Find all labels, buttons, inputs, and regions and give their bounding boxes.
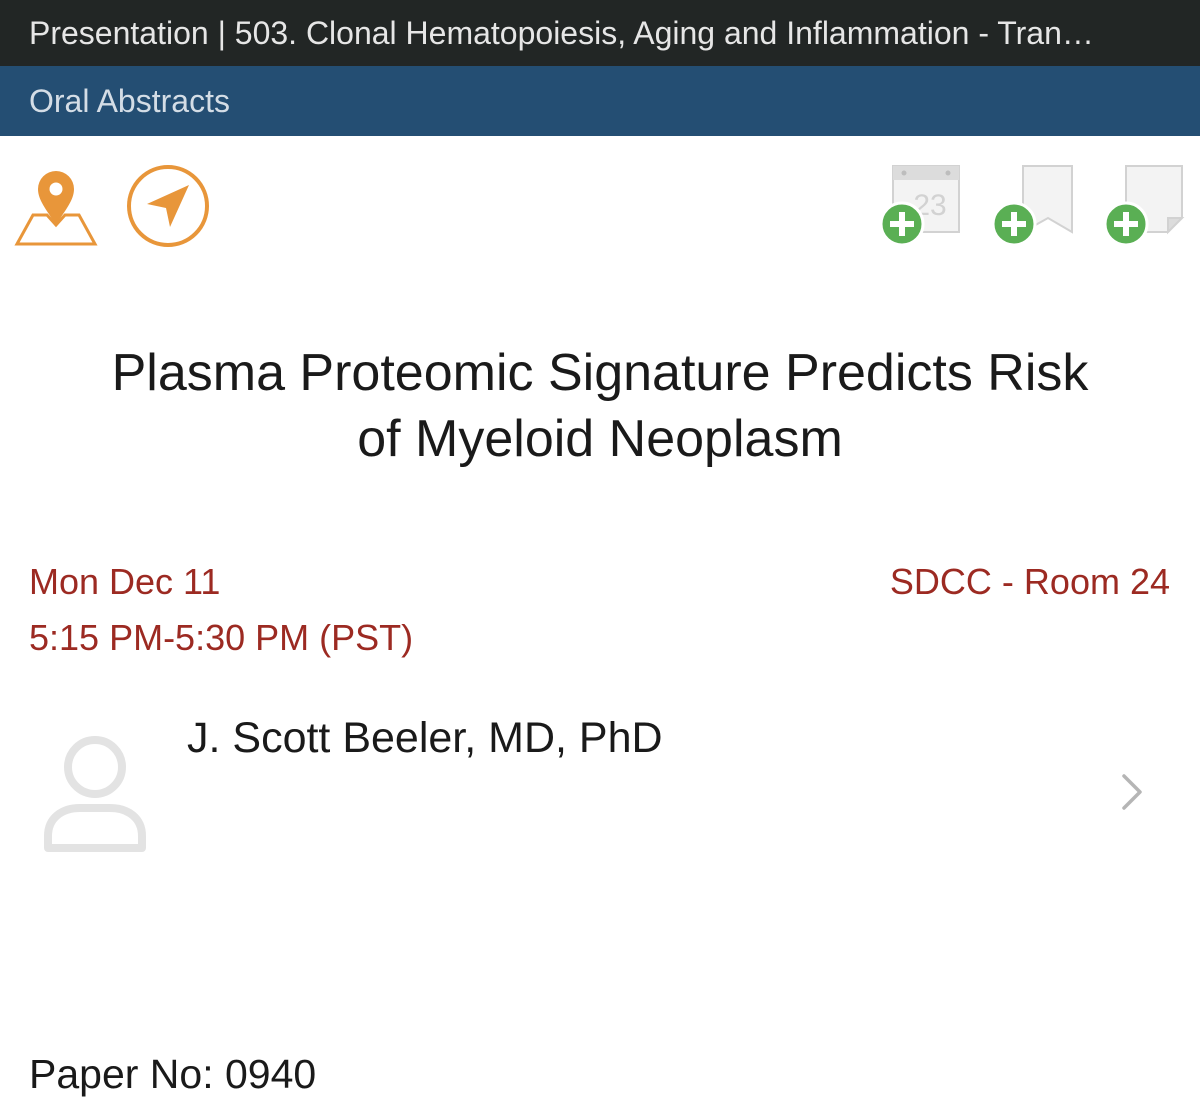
section-title: Oral Abstracts <box>29 83 230 119</box>
presentation-title-line-1: Plasma Proteomic Signature Predicts Risk <box>111 344 1089 402</box>
window-title: Presentation | 503. Clonal Hematopoiesis… <box>29 15 1094 51</box>
session-date: Mon Dec 11 <box>29 561 221 602</box>
window-title-bar: Presentation | 503. Clonal Hematopoiesis… <box>0 0 1200 66</box>
session-time: 5:15 PM-5:30 PM (PST) <box>29 617 414 658</box>
speaker-row[interactable]: J. Scott Beeler, MD, PhD <box>0 700 1200 880</box>
session-detail-page: Presentation | 503. Clonal Hematopoiesis… <box>0 0 1200 1109</box>
add-note-icon[interactable] <box>1102 162 1188 247</box>
session-location: SDCC - Room 24 <box>889 561 1170 602</box>
chevron-right-icon <box>1118 772 1146 812</box>
presentation-title-line-2: of Myeloid Neoplasm <box>357 410 843 468</box>
add-bookmark-icon[interactable] <box>990 162 1076 247</box>
avatar-icon <box>40 732 150 854</box>
map-pin-icon[interactable] <box>14 167 98 247</box>
paper-number: Paper No: 0940 <box>29 1051 317 1097</box>
presentation-title: Plasma Proteomic Signature Predicts Risk… <box>60 340 1140 472</box>
speaker-name: J. Scott Beeler, MD, PhD <box>187 714 663 762</box>
section-header: Oral Abstracts <box>0 66 1200 136</box>
navigate-icon[interactable] <box>125 163 211 249</box>
add-calendar-icon[interactable]: 23 <box>878 162 964 247</box>
